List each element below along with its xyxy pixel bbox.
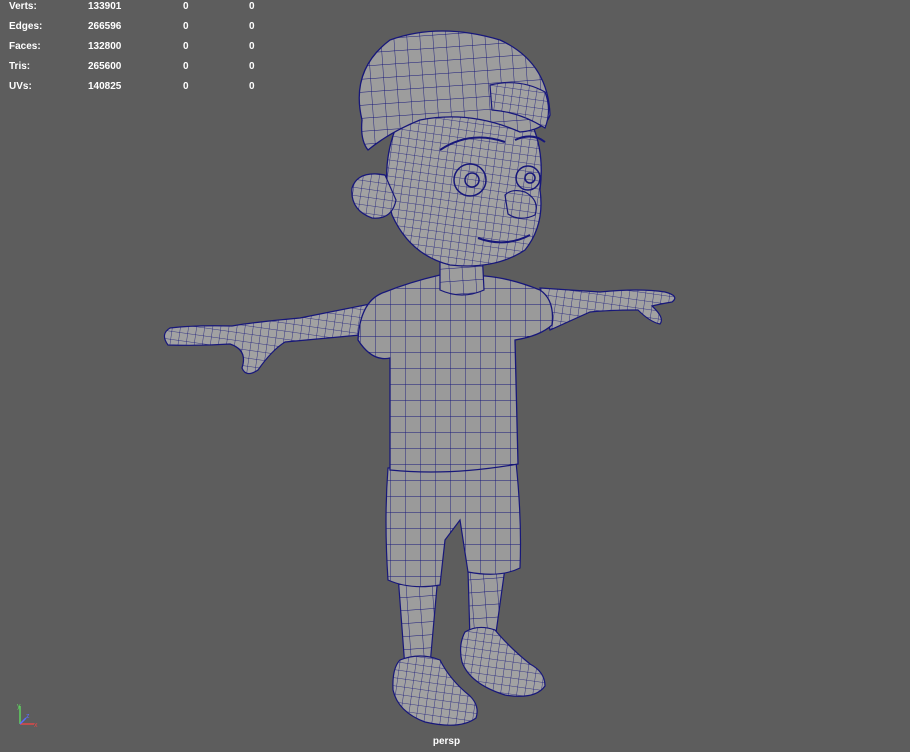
shirt xyxy=(357,274,554,473)
axis-z-label: z xyxy=(26,713,30,720)
axis-y-label: y xyxy=(17,703,21,710)
persp-viewport[interactable]: Verts: 133901 0 0 Edges: 266596 0 0 Face… xyxy=(0,0,910,752)
axis-x-label: x xyxy=(34,722,38,729)
axis-gizmo: y x z xyxy=(17,703,38,729)
right-eye xyxy=(515,165,541,191)
left-eye xyxy=(453,163,487,197)
left-leg xyxy=(397,574,439,669)
right-arm xyxy=(539,287,676,331)
right-shoe xyxy=(459,626,546,697)
camera-label: persp xyxy=(432,736,461,747)
shorts xyxy=(385,461,522,588)
character-mesh[interactable] xyxy=(0,0,910,752)
